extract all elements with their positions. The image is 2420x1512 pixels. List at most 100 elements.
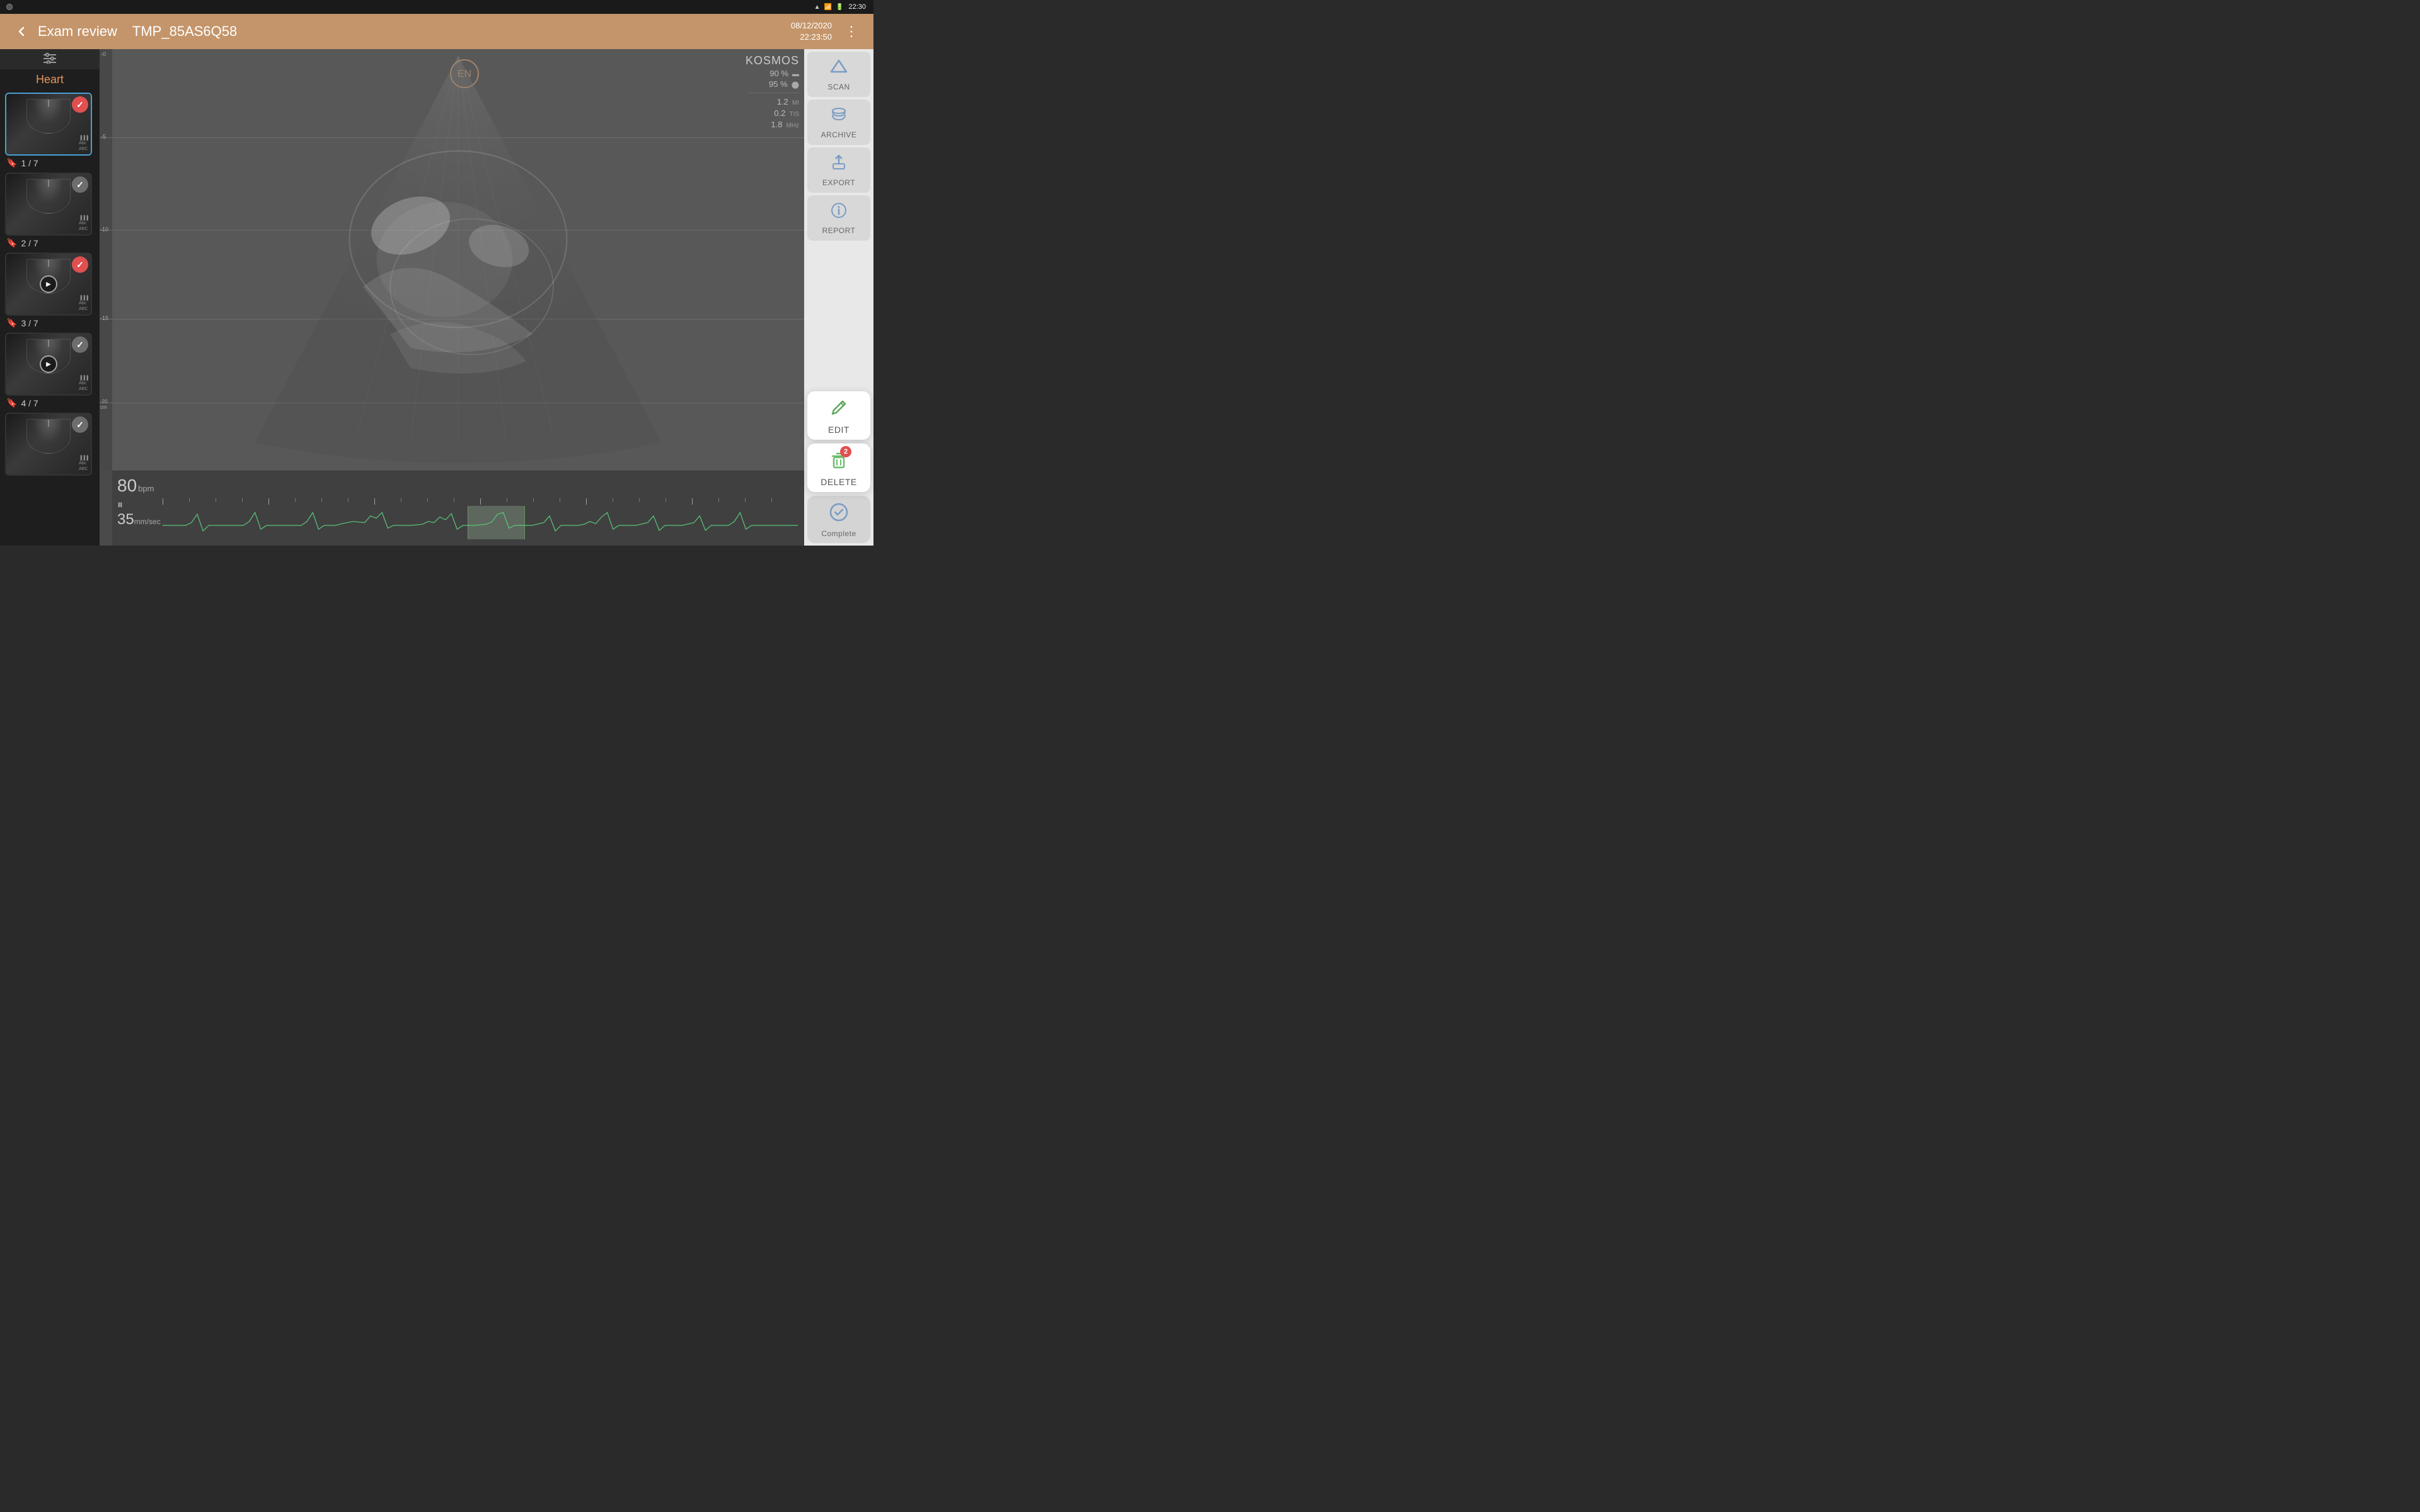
sidebar-controls bbox=[0, 49, 100, 69]
delete-icon bbox=[829, 455, 849, 474]
archive-label: ARCHIVE bbox=[821, 130, 857, 139]
scale-5: -5 bbox=[101, 134, 106, 140]
us-image-canvas: EN bbox=[112, 49, 804, 470]
info-brand: KOSMOS bbox=[746, 54, 799, 67]
thumbnail-item[interactable]: ▐▐▐AbcABC ✓ 🔖 2 / 7 bbox=[5, 173, 95, 250]
edit-button[interactable]: EDIT bbox=[807, 391, 870, 440]
battery1-icon: ▬ bbox=[792, 71, 799, 78]
bookmark-icon: 🔖 bbox=[6, 238, 17, 248]
scale-10: -10 bbox=[100, 226, 108, 232]
header-menu-button[interactable]: ⋮ bbox=[839, 21, 863, 42]
battery-icon: 🔋 bbox=[836, 4, 843, 11]
battery2-icon: ⬤ bbox=[792, 81, 799, 89]
scale-0: -0 bbox=[101, 51, 106, 57]
thumbnail-label: 1 / 7 bbox=[21, 158, 38, 168]
filter-icon[interactable] bbox=[43, 52, 57, 67]
status-bar-left bbox=[6, 4, 13, 10]
thumbnail-label: 2 / 7 bbox=[21, 238, 38, 248]
bookmark-icon: 🔖 bbox=[6, 318, 17, 328]
thumbnail-image: ▐▐▐AbcABC ✓ ▶ bbox=[5, 253, 92, 316]
header-subtitle: TMP_85AS6Q58 bbox=[132, 23, 237, 40]
bookmark-icon: 🔖 bbox=[6, 158, 17, 168]
scan-label: SCAN bbox=[827, 83, 850, 91]
thumbnail-label: 4 / 7 bbox=[21, 398, 38, 408]
thumbnail-footer: 🔖 3 / 7 bbox=[5, 316, 95, 330]
edit-label: EDIT bbox=[828, 425, 850, 435]
mi-value: 1.2 bbox=[777, 97, 788, 106]
thumbnail-footer: 🔖 4 / 7 bbox=[5, 396, 95, 410]
thumbnail-item[interactable]: ▐▐▐AbcABC ✓ ▶ 🔖 4 / 7 bbox=[5, 333, 95, 410]
report-label: REPORT bbox=[822, 226, 856, 235]
signal-icon: 📶 bbox=[824, 4, 832, 11]
ecg-waveform bbox=[163, 506, 798, 539]
scale-15: -15 bbox=[100, 315, 108, 321]
thumbnail-image: ▐▐▐AbcABC ✓ bbox=[5, 413, 92, 476]
tis-label: TIS bbox=[789, 111, 799, 118]
header-right: 08/12/2020 22:23:50 ⋮ bbox=[791, 20, 863, 43]
time-display: 22:30 bbox=[848, 3, 866, 11]
scale-20: -20 cm bbox=[100, 399, 112, 410]
header-bar: Exam review TMP_85AS6Q58 08/12/2020 22:2… bbox=[0, 14, 873, 49]
mhz-row: 1.8 MHz bbox=[746, 120, 799, 129]
check-badge: ✓ bbox=[72, 336, 88, 353]
battery1-row: 90 % ▬ bbox=[746, 69, 799, 78]
status-icons: ▲ 📶 🔋 bbox=[814, 4, 844, 11]
check-badge: ✓ bbox=[72, 256, 88, 273]
scan-button[interactable]: SCAN bbox=[807, 52, 870, 97]
right-sidebar: SCAN ARCHIVE EXPORT bbox=[804, 49, 873, 546]
ecg-timeline bbox=[163, 498, 798, 539]
battery1-value: 90 % bbox=[769, 69, 788, 78]
ecg-bpm: 80bpm bbox=[117, 476, 154, 496]
info-panel: KOSMOS 90 % ▬ 95 % ⬤ 1.2 MI 0.2 TIS 1.8 … bbox=[746, 54, 799, 129]
play-button[interactable]: ▶ bbox=[40, 275, 57, 293]
header-title: Exam review bbox=[38, 23, 117, 40]
thumbnail-item[interactable]: ▐▐▐AbcABC ✓ ▶ 🔖 3 / 7 bbox=[5, 253, 95, 330]
status-bar: ▲ 📶 🔋 22:30 bbox=[0, 0, 873, 14]
ecg-strip: 80bpm ⏸ 35mm/sec bbox=[112, 470, 804, 546]
mhz-label: MHz bbox=[786, 122, 799, 129]
thumbnail-label: 3 / 7 bbox=[21, 318, 38, 328]
delete-button[interactable]: 2 DELETE bbox=[807, 444, 870, 492]
delete-badge: 2 bbox=[840, 446, 851, 457]
ecg-pause-button[interactable]: ⏸ bbox=[117, 498, 123, 512]
sidebar-category: Heart bbox=[0, 69, 100, 90]
complete-button[interactable]: Complete bbox=[807, 496, 870, 543]
ecg-ruler bbox=[163, 498, 798, 506]
thumbnail-image: ▐▐▐AbcABC ✓ bbox=[5, 173, 92, 236]
export-label: EXPORT bbox=[822, 178, 855, 187]
check-badge: ✓ bbox=[72, 416, 88, 433]
report-button[interactable]: REPORT bbox=[807, 195, 870, 241]
bookmark-icon: 🔖 bbox=[6, 398, 17, 408]
ecg-speed: 35mm/sec bbox=[117, 511, 161, 529]
thumbnail-list: ▐▐▐AbcABC ✓ 🔖 1 / 7 ▐▐▐AbcABC ✓ 🔖 2 / 7 bbox=[0, 90, 100, 546]
thumbnail-image: ▐▐▐AbcABC ✓ ▶ bbox=[5, 333, 92, 396]
ultrasound-fan bbox=[112, 49, 804, 470]
thumbnail-footer: 🔖 1 / 7 bbox=[5, 156, 95, 170]
report-icon bbox=[830, 202, 848, 224]
left-sidebar: Heart ▐▐▐AbcABC ✓ 🔖 1 / 7 ▐▐▐AbcABC bbox=[0, 49, 100, 546]
tis-value: 0.2 bbox=[774, 108, 785, 118]
delete-label: DELETE bbox=[821, 477, 856, 487]
scan-icon bbox=[830, 58, 848, 80]
thumbnail-item[interactable]: ▐▐▐AbcABC ✓ 🔖 1 / 7 bbox=[5, 93, 95, 170]
mhz-value: 1.8 bbox=[771, 120, 782, 129]
export-button[interactable]: EXPORT bbox=[807, 147, 870, 193]
mi-label: MI bbox=[792, 100, 799, 106]
archive-icon bbox=[830, 106, 848, 128]
check-badge: ✓ bbox=[72, 96, 88, 113]
complete-label: Complete bbox=[821, 529, 856, 538]
main-ultrasound-view: -0 -5 -10 -15 -20 cm EN bbox=[100, 49, 804, 546]
play-button[interactable]: ▶ bbox=[40, 355, 57, 373]
edit-icon bbox=[829, 398, 849, 422]
thumbnail-item[interactable]: ▐▐▐AbcABC ✓ bbox=[5, 413, 95, 476]
network-icon: ▲ bbox=[814, 4, 821, 11]
header-date: 08/12/2020 22:23:50 bbox=[791, 20, 832, 43]
battery2-row: 95 % ⬤ bbox=[746, 79, 799, 89]
back-button[interactable] bbox=[10, 20, 33, 43]
battery2-value: 95 % bbox=[769, 79, 788, 89]
archive-button[interactable]: ARCHIVE bbox=[807, 100, 870, 145]
mi-row: 1.2 MI bbox=[746, 97, 799, 106]
thumbnail-image: ▐▐▐AbcABC ✓ bbox=[5, 93, 92, 156]
thumbnail-footer: 🔖 2 / 7 bbox=[5, 236, 95, 250]
tis-row: 0.2 TIS bbox=[746, 108, 799, 118]
